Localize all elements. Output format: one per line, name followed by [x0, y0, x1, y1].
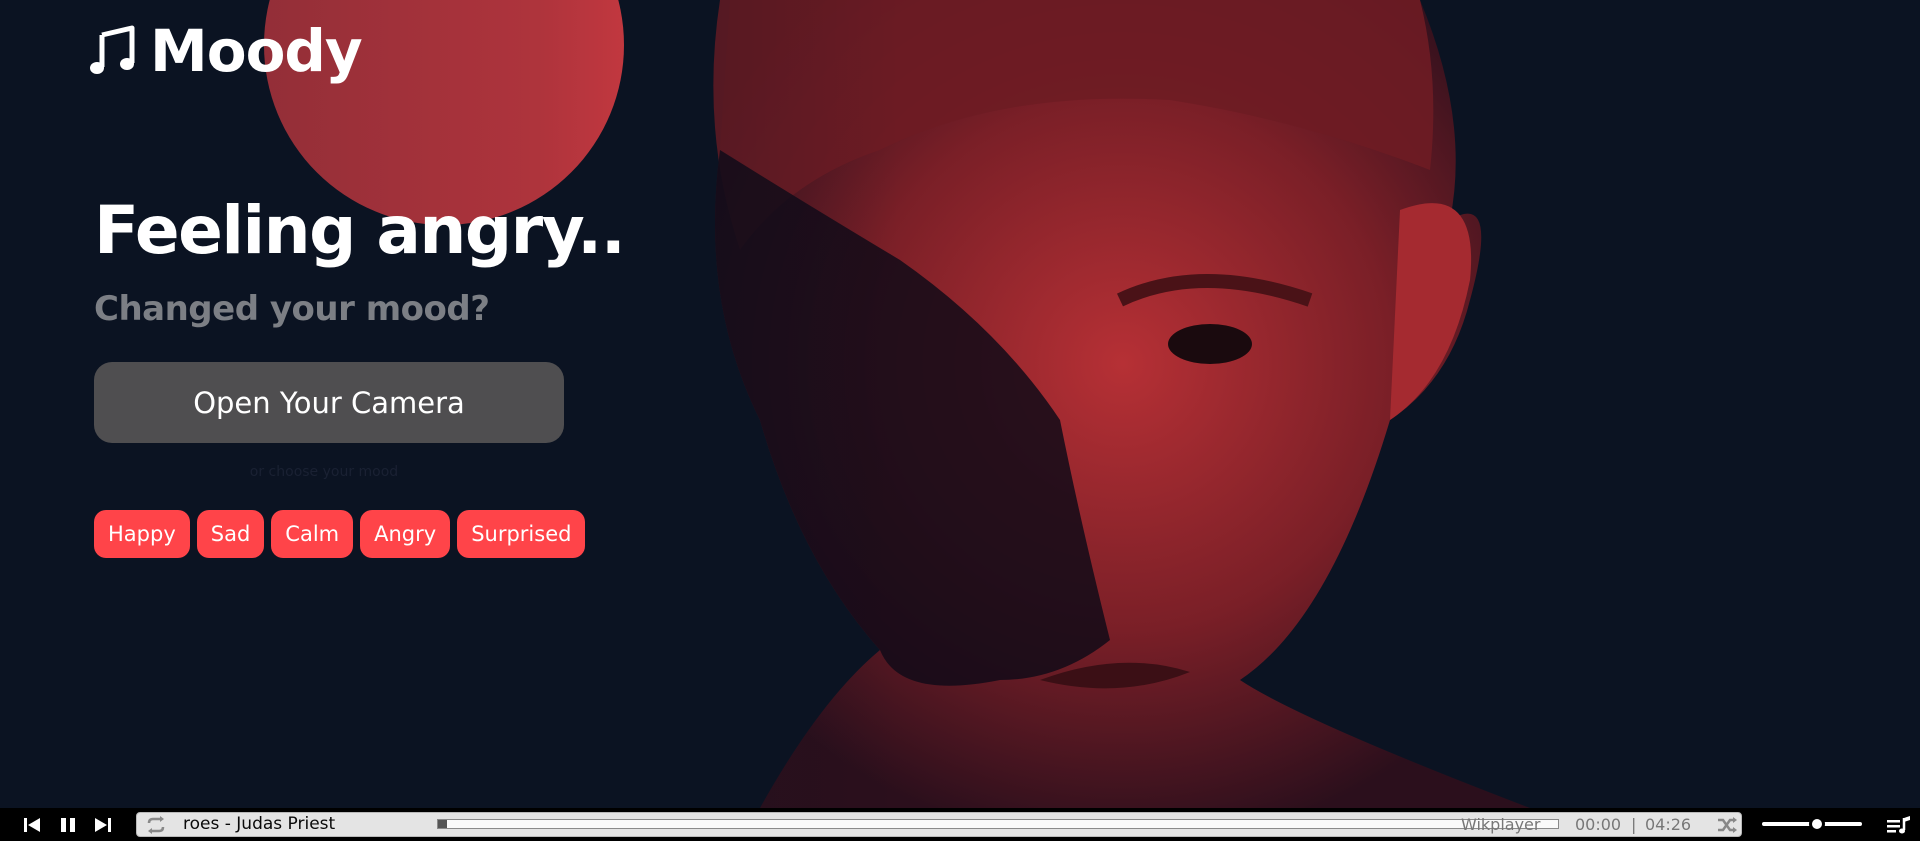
skip-back-button[interactable]: [16, 808, 48, 841]
player-name: Wikplayer: [1461, 815, 1541, 834]
playlist-icon[interactable]: [1886, 815, 1912, 835]
volume-slider[interactable]: [1762, 816, 1866, 832]
open-camera-button[interactable]: Open Your Camera: [94, 362, 564, 443]
mood-button-happy[interactable]: Happy: [94, 510, 190, 558]
app-logo[interactable]: Moody: [90, 17, 363, 85]
mood-button-calm[interactable]: Calm: [271, 510, 354, 558]
pause-button[interactable]: [52, 808, 84, 841]
mood-button-surprised[interactable]: Surprised: [457, 510, 586, 558]
music-player-bar: roes - Judas Priest Wikplayer 00:00 | 04…: [0, 808, 1920, 841]
skip-forward-icon: [95, 817, 111, 832]
track-title: roes - Judas Priest: [183, 814, 336, 834]
repeat-icon[interactable]: [145, 815, 167, 835]
time-current: 00:00: [1575, 815, 1622, 834]
choose-mood-hint: or choose your mood: [249, 464, 399, 480]
mood-subline: Changed your mood?: [94, 289, 490, 329]
skip-back-icon: [24, 817, 40, 832]
mood-buttons: Happy Sad Calm Angry Surprised: [94, 510, 586, 558]
app-name: Moody: [150, 17, 363, 85]
skip-forward-button[interactable]: [87, 808, 119, 841]
track-panel: roes - Judas Priest Wikplayer 00:00 | 04…: [136, 812, 1742, 837]
mood-button-angry[interactable]: Angry: [360, 510, 451, 558]
progress-fill: [438, 820, 447, 828]
music-note-icon: [90, 25, 135, 74]
shuffle-icon[interactable]: [1717, 816, 1737, 834]
time-total: 04:26: [1645, 815, 1692, 834]
progress-bar[interactable]: [437, 819, 1559, 829]
mood-headline: Feeling angry..: [94, 192, 626, 269]
mood-button-sad[interactable]: Sad: [196, 510, 265, 558]
volume-knob[interactable]: [1809, 816, 1825, 832]
pause-icon: [61, 817, 75, 832]
time-separator: |: [1631, 815, 1637, 834]
